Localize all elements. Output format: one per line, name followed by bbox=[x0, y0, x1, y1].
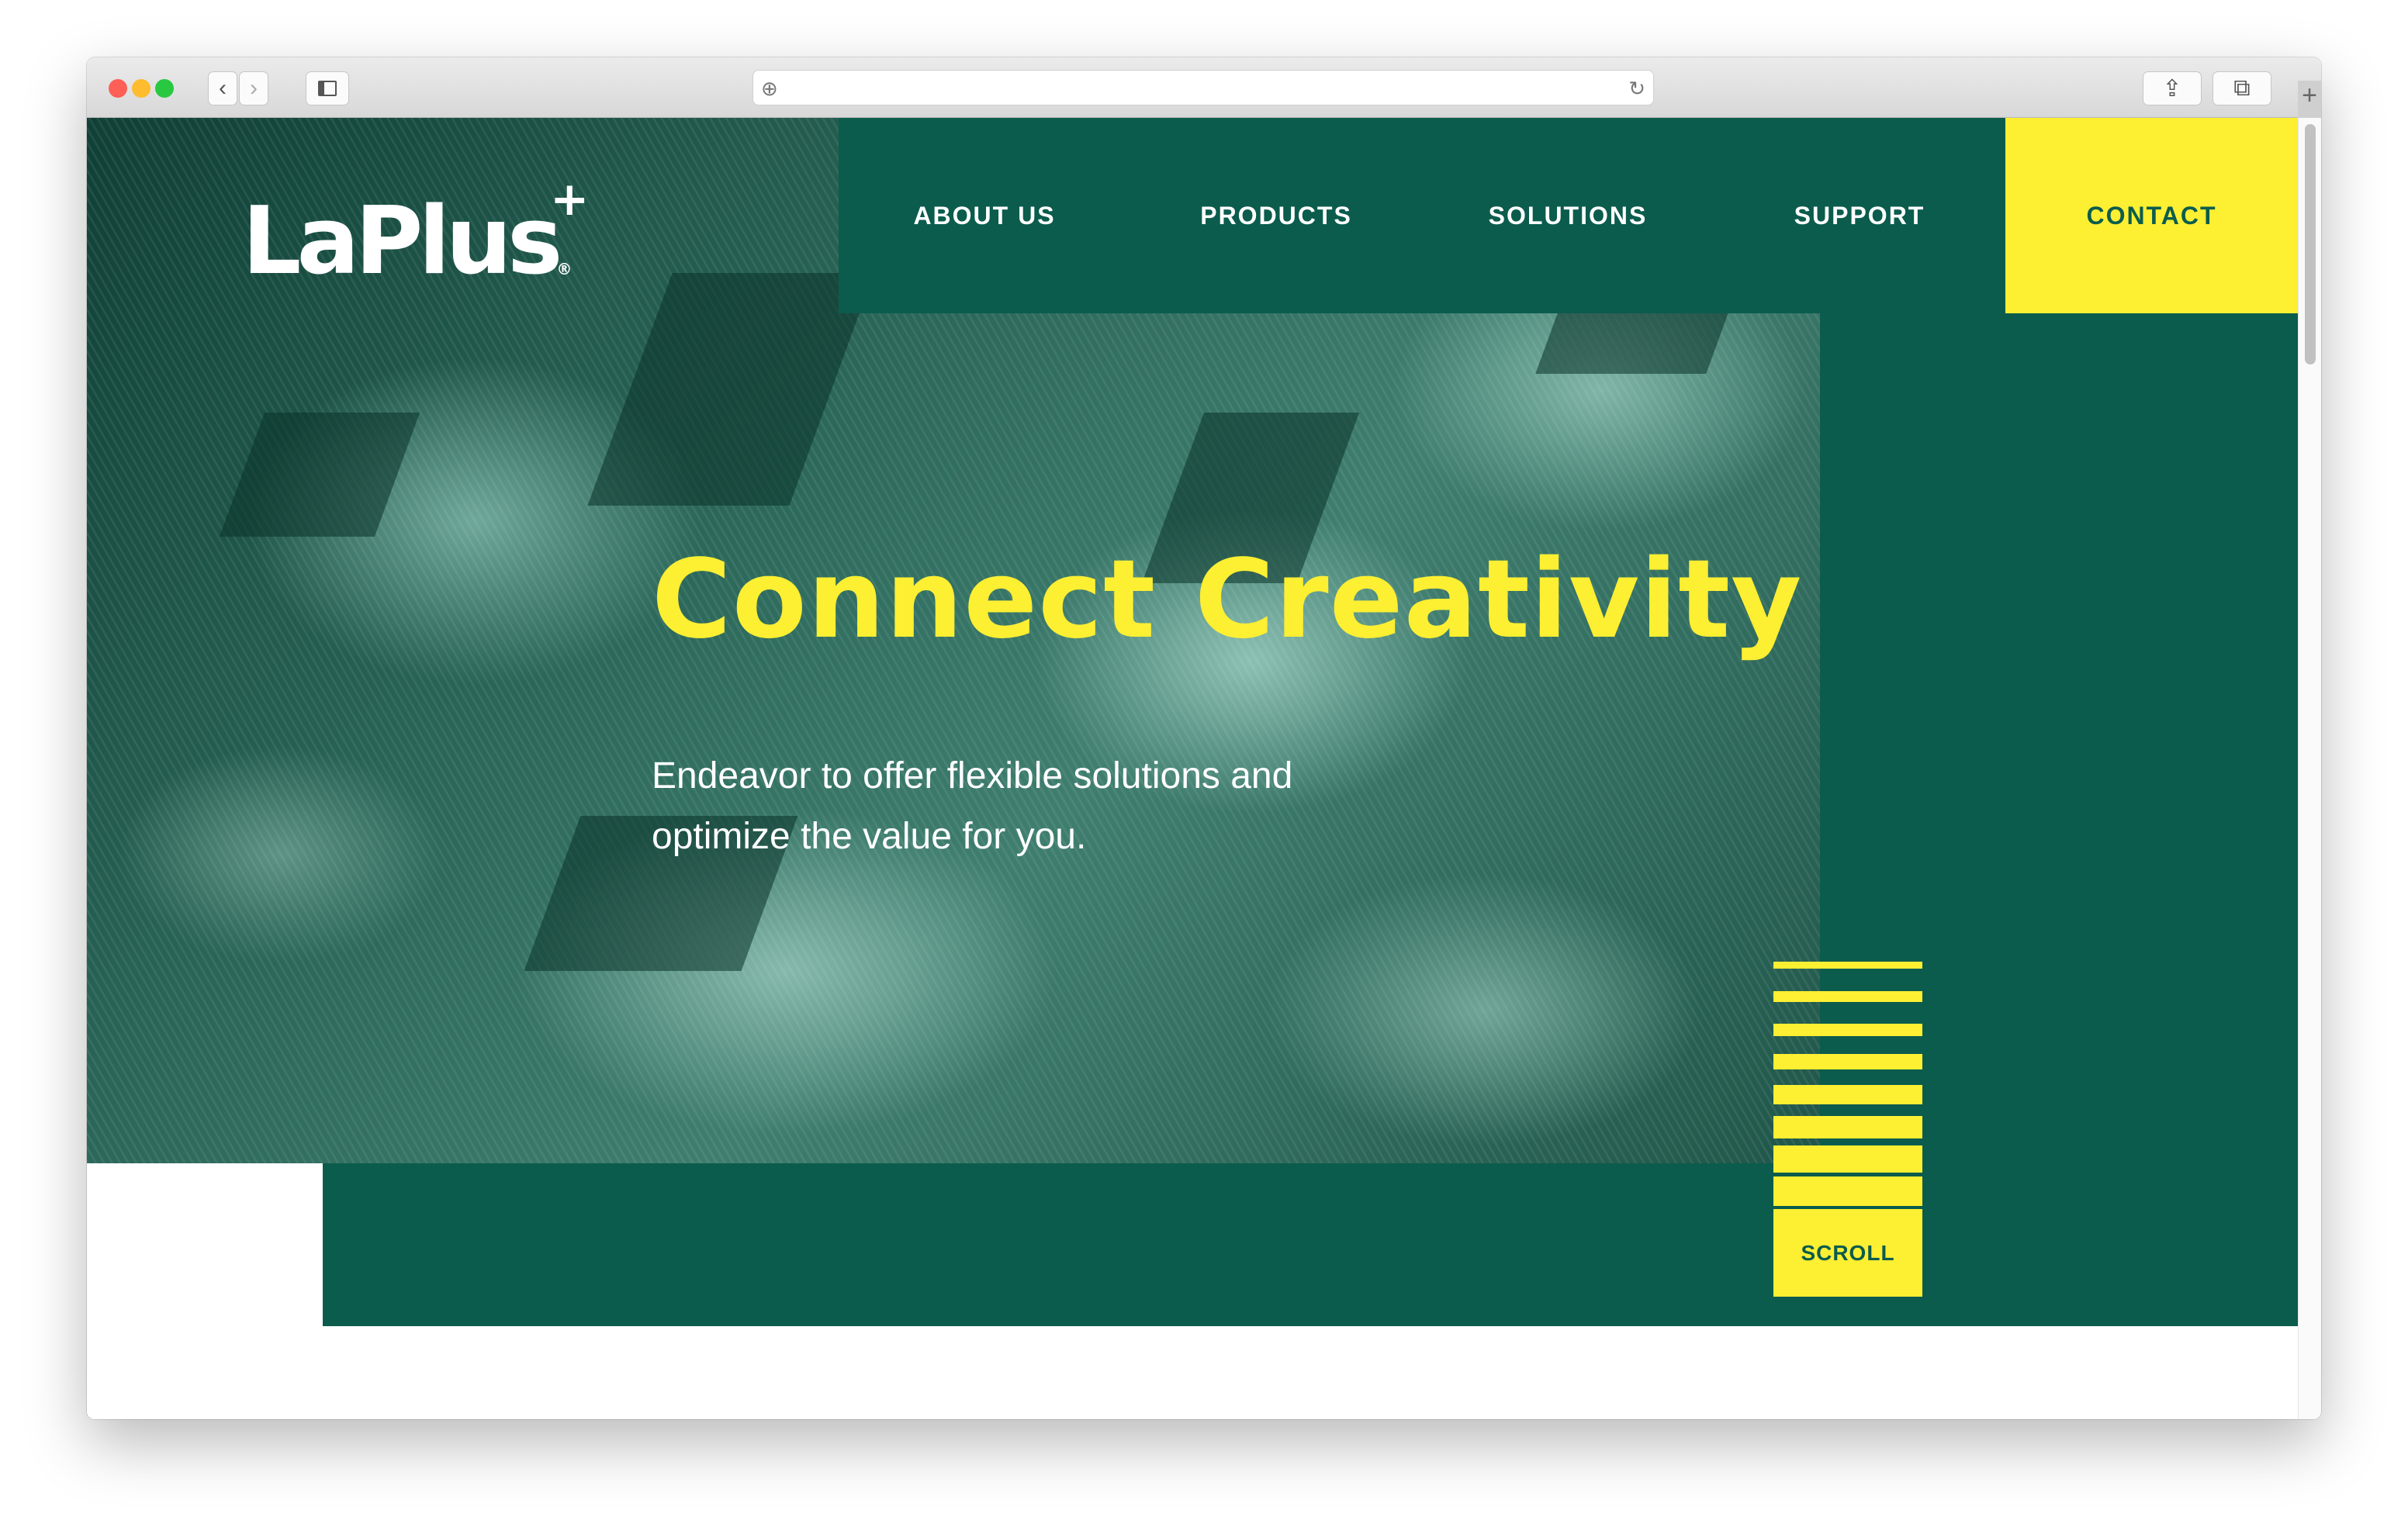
hero-title: Connect Creativity bbox=[652, 537, 1803, 663]
add-icon[interactable]: ⊕ bbox=[761, 77, 778, 101]
sidebar-toggle-button[interactable] bbox=[306, 71, 349, 105]
chevron-right-icon: › bbox=[250, 75, 258, 101]
nav-solutions[interactable]: SOLUTIONS bbox=[1422, 118, 1714, 313]
page-scrollbar[interactable] bbox=[2298, 118, 2321, 1419]
tabs-button[interactable]: ⧉ bbox=[2213, 71, 2271, 105]
scroll-stripe bbox=[1773, 991, 1922, 1002]
nav-contact[interactable]: CONTACT bbox=[2005, 118, 2298, 313]
scroll-stripe bbox=[1773, 1024, 1922, 1036]
scrollbar-thumb[interactable] bbox=[2305, 124, 2316, 364]
new-tab-button[interactable]: + bbox=[2298, 81, 2321, 118]
address-bar[interactable]: ⊕ ↻ bbox=[752, 70, 1654, 105]
scroll-stripe bbox=[1773, 1054, 1922, 1069]
forward-button[interactable]: › bbox=[239, 71, 268, 105]
main-nav: ABOUT US PRODUCTS SOLUTIONS SUPPORT CONT… bbox=[839, 118, 2298, 313]
laplus-logo[interactable]: LaPlus + ® bbox=[242, 172, 589, 295]
tabs-icon: ⧉ bbox=[2233, 75, 2251, 101]
chevron-left-icon: ‹ bbox=[219, 75, 227, 101]
reload-icon[interactable]: ↻ bbox=[1628, 77, 1645, 101]
page-content: LaPlus + ® ABOUT US PRODUCTS SOLUTIONS SUP… bbox=[87, 118, 2298, 1419]
scroll-stripe bbox=[1773, 1145, 1922, 1173]
browser-window: ‹ › ⊕ ↻ ⇪ ⧉ + LaPlus + ® ABOUT US PRODUCTS… bbox=[87, 57, 2321, 1419]
hero-subtitle: Endeavor to offer flexible solutions and… bbox=[652, 755, 1293, 857]
scroll-button[interactable]: SCROLL bbox=[1773, 1209, 1922, 1297]
share-icon: ⇪ bbox=[2162, 75, 2182, 102]
scroll-stripe bbox=[1773, 962, 1922, 969]
browser-toolbar: ‹ › ⊕ ↻ ⇪ ⧉ + bbox=[87, 57, 2321, 118]
sidebar-icon bbox=[318, 81, 337, 96]
maximize-window-button[interactable] bbox=[155, 79, 174, 98]
scroll-stripe bbox=[1773, 1085, 1922, 1104]
close-window-button[interactable] bbox=[109, 79, 127, 98]
bottom-green-band bbox=[323, 1163, 2298, 1326]
nav-about-us[interactable]: ABOUT US bbox=[839, 118, 1130, 313]
minimize-window-button[interactable] bbox=[132, 79, 150, 98]
share-button[interactable]: ⇪ bbox=[2143, 71, 2202, 105]
scroll-stripe bbox=[1773, 1116, 1922, 1138]
nav-products[interactable]: PRODUCTS bbox=[1130, 118, 1422, 313]
nav-support[interactable]: SUPPORT bbox=[1714, 118, 2005, 313]
scroll-stripe bbox=[1773, 1176, 1922, 1206]
back-button[interactable]: ‹ bbox=[208, 71, 237, 105]
